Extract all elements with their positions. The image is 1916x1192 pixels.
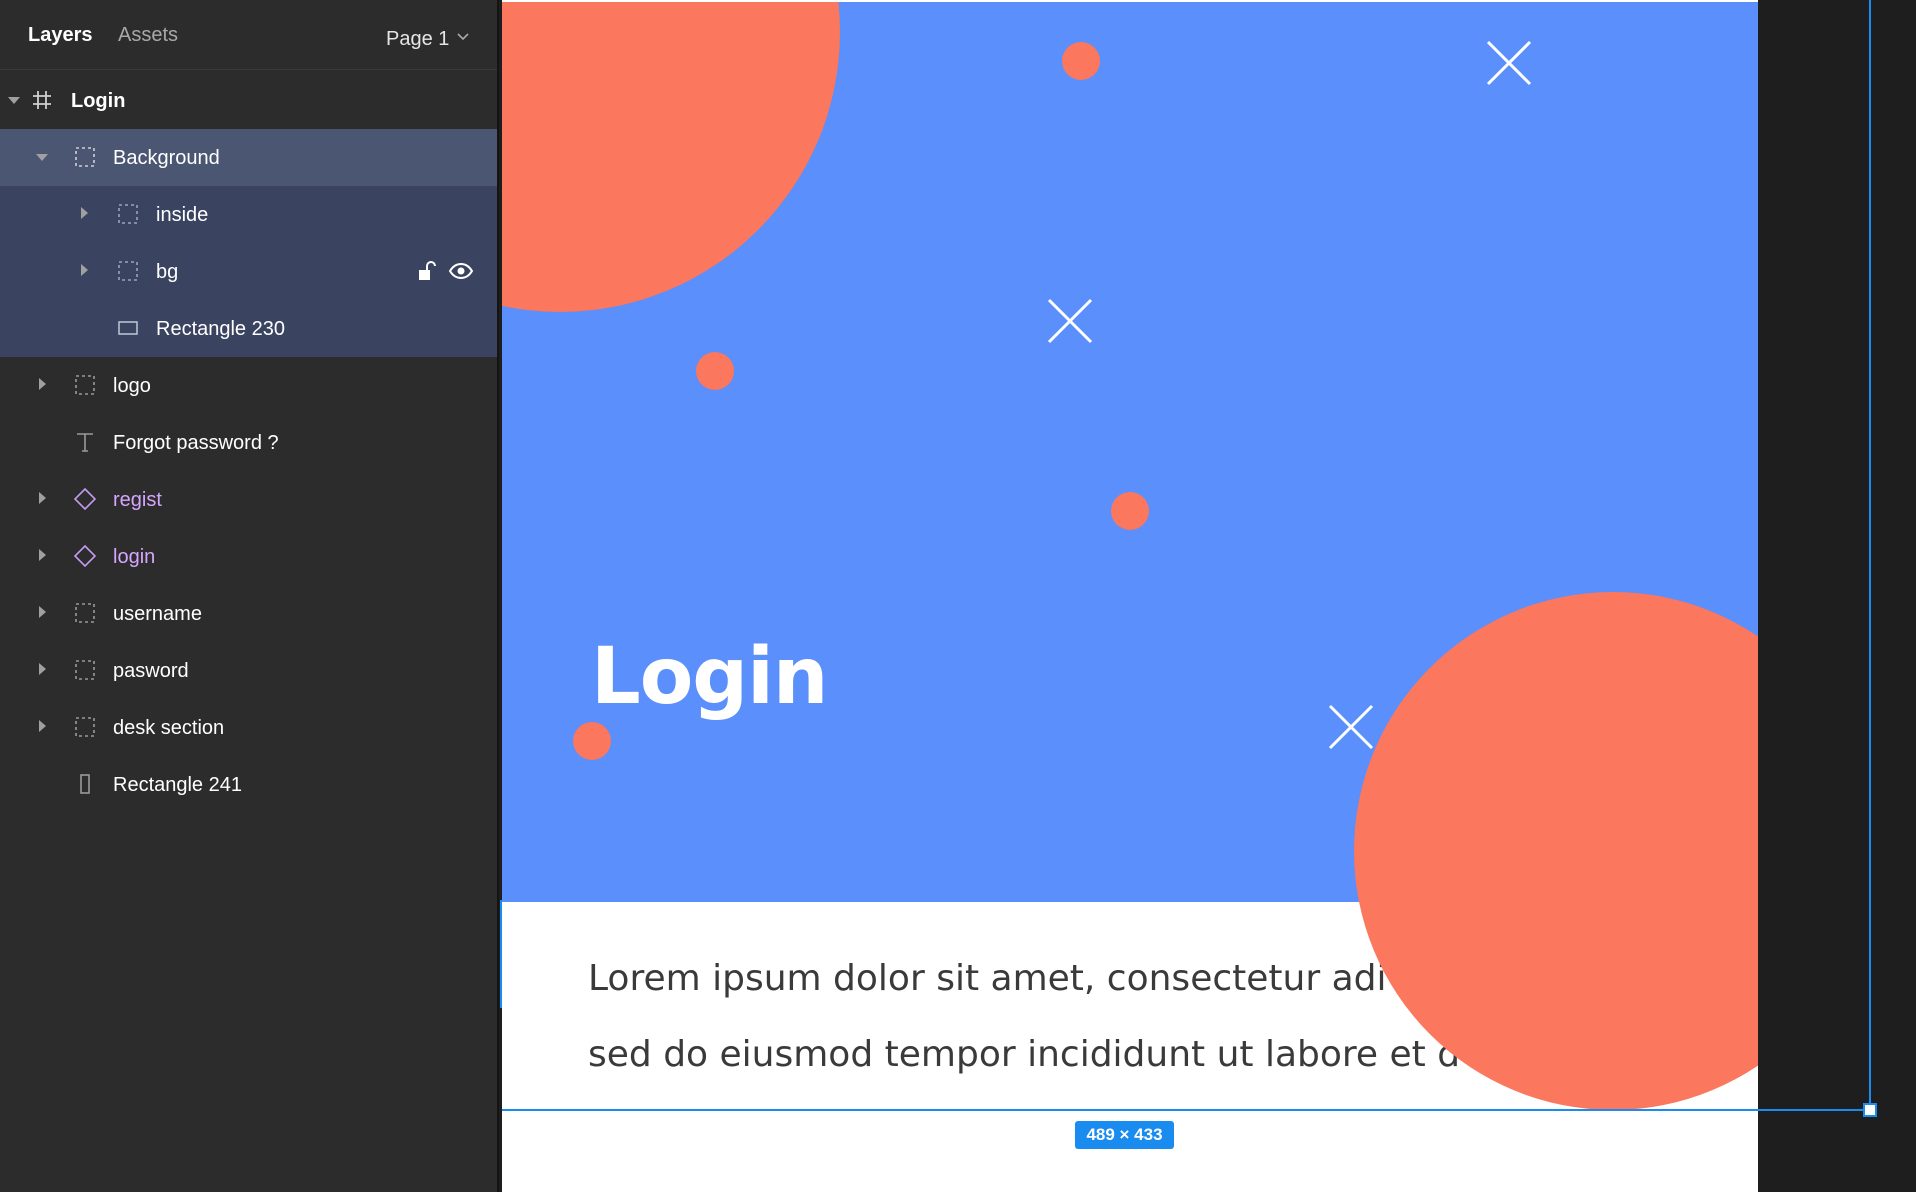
coral-dot[interactable] bbox=[1111, 492, 1149, 530]
layers-list: Login Background inside bg Rectangle 230… bbox=[0, 72, 497, 813]
layer-row[interactable]: logo bbox=[0, 357, 497, 414]
caret-down-icon[interactable] bbox=[8, 97, 20, 104]
group-icon bbox=[116, 202, 140, 226]
layer-row[interactable]: bg bbox=[0, 243, 497, 300]
caret-right-icon[interactable] bbox=[81, 264, 88, 276]
layer-row[interactable]: Forgot password ? bbox=[0, 414, 497, 471]
group-icon bbox=[73, 715, 97, 739]
group-icon bbox=[73, 601, 97, 625]
login-heading[interactable]: Login bbox=[591, 632, 828, 722]
selection-border bbox=[500, 900, 502, 1008]
layer-label: Rectangle 241 bbox=[113, 774, 242, 796]
layer-label: regist bbox=[113, 489, 162, 511]
page-selector[interactable]: Page 1 bbox=[386, 22, 469, 52]
tab-layers[interactable]: Layers bbox=[28, 22, 93, 48]
layer-row[interactable]: Rectangle 230 bbox=[0, 300, 497, 357]
selection-border bbox=[502, 1109, 1868, 1111]
layer-label: username bbox=[113, 603, 202, 625]
lorem-text-line[interactable]: sed do eiusmod tempor incididunt ut labo… bbox=[588, 1034, 1460, 1075]
eye-icon[interactable] bbox=[448, 259, 474, 289]
layer-label: Background bbox=[113, 147, 220, 169]
frame-icon bbox=[30, 88, 54, 112]
resize-handle[interactable] bbox=[1863, 1103, 1877, 1117]
cross-icon[interactable] bbox=[1486, 40, 1532, 86]
layer-row[interactable]: Background bbox=[0, 129, 497, 186]
layer-label: Login bbox=[71, 90, 126, 112]
caret-right-icon[interactable] bbox=[39, 549, 46, 561]
caret-right-icon[interactable] bbox=[39, 606, 46, 618]
layer-row[interactable]: username bbox=[0, 585, 497, 642]
panel-header: Layers Assets Page 1 bbox=[0, 0, 497, 70]
rectangle-icon bbox=[116, 316, 140, 340]
page-label: Page 1 bbox=[386, 28, 450, 50]
layer-label: pasword bbox=[113, 660, 189, 682]
group-icon bbox=[116, 259, 140, 283]
component-icon bbox=[73, 544, 97, 568]
layer-row[interactable]: regist bbox=[0, 471, 497, 528]
layer-row[interactable]: login bbox=[0, 528, 497, 585]
selection-border bbox=[1869, 0, 1871, 1110]
caret-right-icon[interactable] bbox=[39, 663, 46, 675]
layer-row[interactable]: desk section bbox=[0, 699, 497, 756]
login-frame[interactable]: Login Lorem ipsum dolor sit amet, consec… bbox=[502, 0, 1758, 1192]
coral-dot[interactable] bbox=[1062, 42, 1100, 80]
design-canvas[interactable]: Login Lorem ipsum dolor sit amet, consec… bbox=[499, 0, 1916, 1192]
coral-dot[interactable] bbox=[696, 352, 734, 390]
layer-label: Rectangle 230 bbox=[156, 318, 285, 340]
rectangle-icon bbox=[73, 772, 97, 796]
layer-row[interactable]: Login bbox=[0, 72, 497, 129]
layer-label: desk section bbox=[113, 717, 225, 739]
caret-right-icon[interactable] bbox=[39, 378, 46, 390]
tab-assets[interactable]: Assets bbox=[118, 22, 178, 48]
layer-label: inside bbox=[156, 204, 209, 226]
layer-label: bg bbox=[156, 261, 179, 283]
group-icon bbox=[73, 658, 97, 682]
unlock-icon[interactable] bbox=[416, 259, 438, 289]
cross-icon[interactable] bbox=[1047, 298, 1093, 344]
layer-label: login bbox=[113, 546, 156, 568]
cross-icon[interactable] bbox=[1328, 704, 1374, 750]
caret-down-icon[interactable] bbox=[36, 154, 48, 161]
text-icon bbox=[73, 430, 97, 454]
layer-label: logo bbox=[113, 375, 151, 397]
size-badge: 489 × 433 bbox=[1075, 1121, 1174, 1149]
layer-row[interactable]: pasword bbox=[0, 642, 497, 699]
group-icon bbox=[73, 373, 97, 397]
caret-right-icon[interactable] bbox=[39, 720, 46, 732]
coral-dot[interactable] bbox=[573, 722, 611, 760]
layer-row[interactable]: inside bbox=[0, 186, 497, 243]
layer-row[interactable]: Rectangle 241 bbox=[0, 756, 497, 813]
coral-circle-large[interactable] bbox=[502, 2, 840, 312]
layers-panel: Layers Assets Page 1 Login Background in… bbox=[0, 0, 497, 1192]
group-icon bbox=[73, 145, 97, 169]
lorem-text-line[interactable]: Lorem ipsum dolor sit amet, consectetur … bbox=[588, 958, 1387, 999]
layer-label: Forgot password ? bbox=[113, 432, 279, 454]
caret-right-icon[interactable] bbox=[81, 207, 88, 219]
chevron-down-icon bbox=[457, 22, 469, 48]
component-icon bbox=[73, 487, 97, 511]
caret-right-icon[interactable] bbox=[39, 492, 46, 504]
